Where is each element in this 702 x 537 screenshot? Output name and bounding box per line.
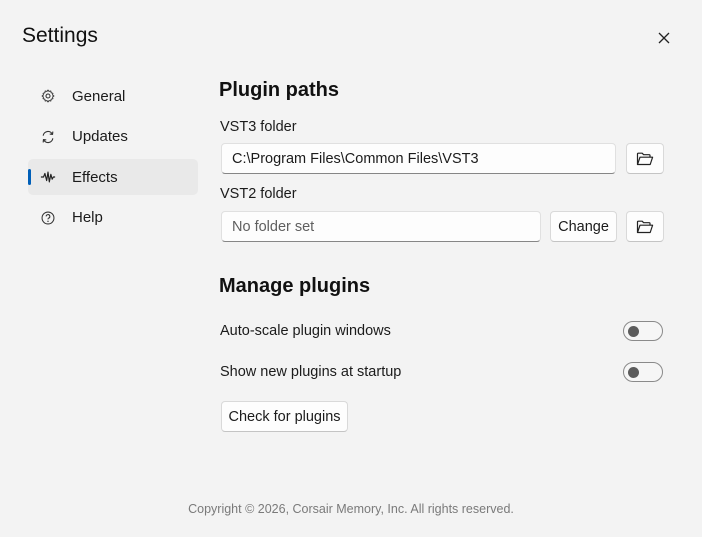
vst2-change-button[interactable]: Change [550,211,617,242]
vst2-browse-button[interactable] [626,211,664,242]
copyright-footer: Copyright © 2026, Corsair Memory, Inc. A… [188,502,514,516]
auto-scale-toggle[interactable] [623,321,663,341]
sidebar-nav: General Updates Effects Help [28,78,198,240]
sidebar-item-general[interactable]: General [28,78,198,114]
auto-scale-label: Auto-scale plugin windows [220,323,391,339]
sidebar-item-label: Help [72,209,103,226]
section-title-plugin-paths: Plugin paths [219,79,339,101]
vst3-folder-label: VST3 folder [220,119,297,135]
settings-window: Settings General Updates Effects Help Pl… [0,0,702,537]
sidebar-item-updates[interactable]: Updates [28,119,198,155]
toggle-knob [628,326,639,337]
help-icon [28,211,68,225]
show-new-plugins-label: Show new plugins at startup [220,364,402,380]
folder-open-icon [636,152,654,165]
refresh-icon [28,130,68,144]
sidebar-item-effects[interactable]: Effects [28,159,198,195]
section-title-manage-plugins: Manage plugins [219,275,371,297]
check-for-plugins-button[interactable]: Check for plugins [221,401,348,432]
vst2-folder-label: VST2 folder [220,186,297,202]
close-icon [658,32,670,44]
gear-icon [28,89,68,103]
toggle-knob [628,367,639,378]
folder-open-icon [636,220,654,233]
sidebar-item-label: General [72,87,126,105]
vst3-browse-button[interactable] [626,143,664,174]
waveform-icon [28,170,68,184]
sidebar-item-label: Effects [72,168,118,186]
show-new-plugins-toggle[interactable] [623,362,663,382]
sidebar-item-help[interactable]: Help [28,200,198,236]
window-title: Settings [22,24,98,47]
close-button[interactable] [648,22,680,54]
vst2-folder-field[interactable]: No folder set [221,211,541,242]
vst3-folder-field[interactable]: C:\Program Files\Common Files\VST3 [221,143,616,174]
sidebar-item-label: Updates [72,128,128,145]
